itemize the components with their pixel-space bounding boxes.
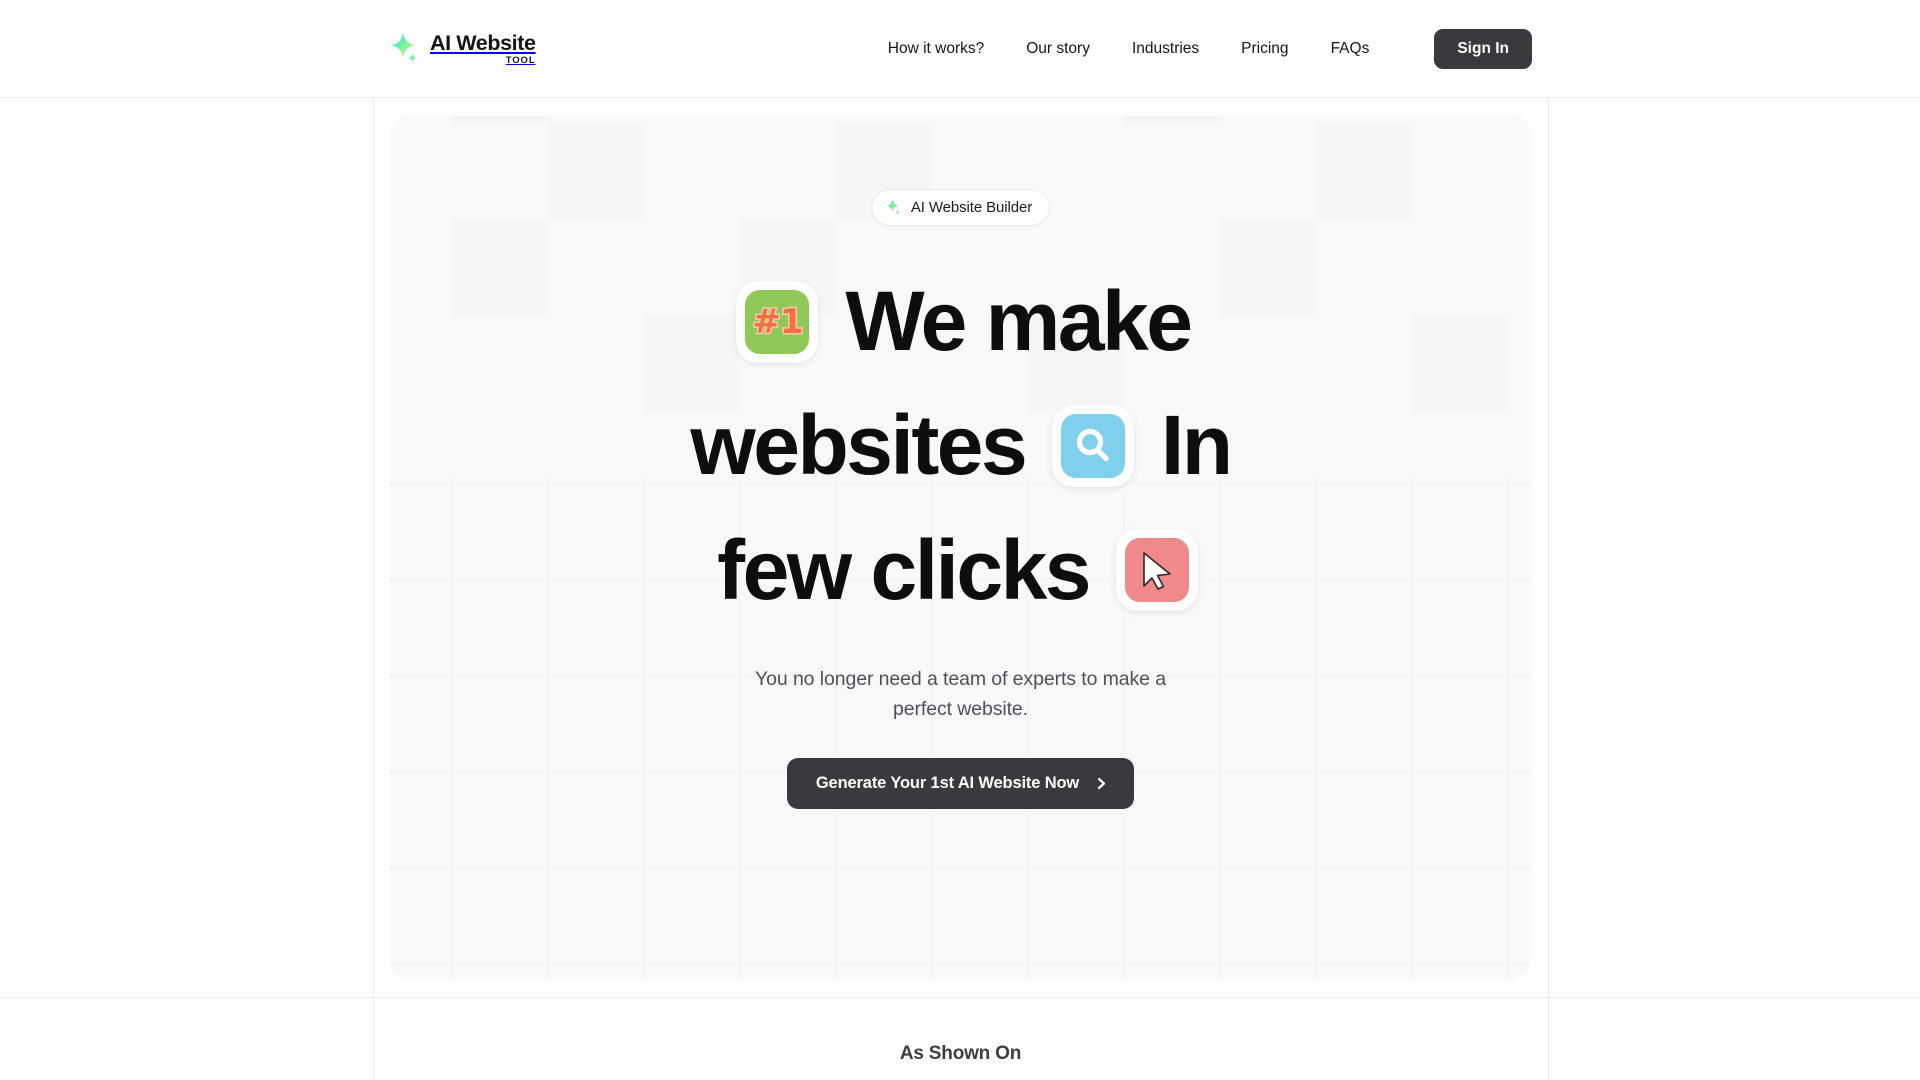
cta-label: Generate Your 1st AI Website Now [815, 774, 1080, 793]
section-divider [0, 997, 1920, 998]
sparkle-gradient-icon [886, 199, 903, 216]
nav-how-it-works[interactable]: How it works? [867, 32, 1005, 66]
hero-section: AI Website Builder #1 We make websites I… [389, 115, 1532, 979]
hero-headline-word-1: We make [845, 274, 1193, 368]
generate-website-cta-button[interactable]: Generate Your 1st AI Website Now [786, 758, 1135, 810]
hero-headline-line-3: few clicks [461, 508, 1461, 632]
hero-headline-line-2: websites In [461, 383, 1461, 507]
hero-headline: #1 We make websites In few clicks [461, 259, 1461, 632]
layout-rail-left [373, 0, 374, 1080]
magnifier-icon [1052, 405, 1135, 488]
sign-in-button[interactable]: Sign In [1434, 28, 1532, 69]
hero-headline-word-2: websites [690, 398, 1027, 493]
hero-content: AI Website Builder #1 We make websites I… [389, 115, 1532, 979]
as-shown-on-title: As Shown On [899, 1043, 1022, 1064]
hero-headline-line-1: #1 We make [461, 259, 1461, 383]
site-header: AI Website TOOL How it works? Our story … [0, 0, 1920, 98]
hero-headline-word-4: few clicks [717, 522, 1091, 617]
number-one-glyph: #1 [751, 300, 805, 343]
hero-headline-word-3: In [1160, 398, 1233, 493]
brand-logo[interactable]: AI Website TOOL [390, 32, 536, 65]
page-root: AI Website TOOL How it works? Our story … [0, 0, 1920, 1080]
number-one-badge-icon: #1 [736, 280, 819, 363]
nav-faqs[interactable]: FAQs [1310, 32, 1391, 66]
chevron-right-icon [1095, 777, 1108, 790]
nav-pricing[interactable]: Pricing [1220, 32, 1309, 66]
sparkle-gradient-icon [390, 32, 423, 65]
hero-badge-label: AI Website Builder [910, 199, 1033, 216]
hero-subtitle: You no longer need a team of experts to … [755, 667, 1166, 721]
header-inner: AI Website TOOL How it works? Our story … [373, 0, 1548, 97]
nav-our-story[interactable]: Our story [1005, 32, 1111, 66]
brand-logo-title: AI Website [430, 30, 536, 55]
brand-logo-subtitle: TOOL [505, 54, 536, 66]
hero-badge: AI Website Builder [871, 190, 1050, 225]
brand-logo-text: AI Website TOOL [430, 32, 536, 65]
nav-industries[interactable]: Industries [1111, 32, 1220, 66]
primary-navigation: How it works? Our story Industries Prici… [867, 28, 1532, 69]
layout-rail-right [1548, 0, 1549, 1080]
cursor-arrow-icon [1115, 529, 1198, 612]
